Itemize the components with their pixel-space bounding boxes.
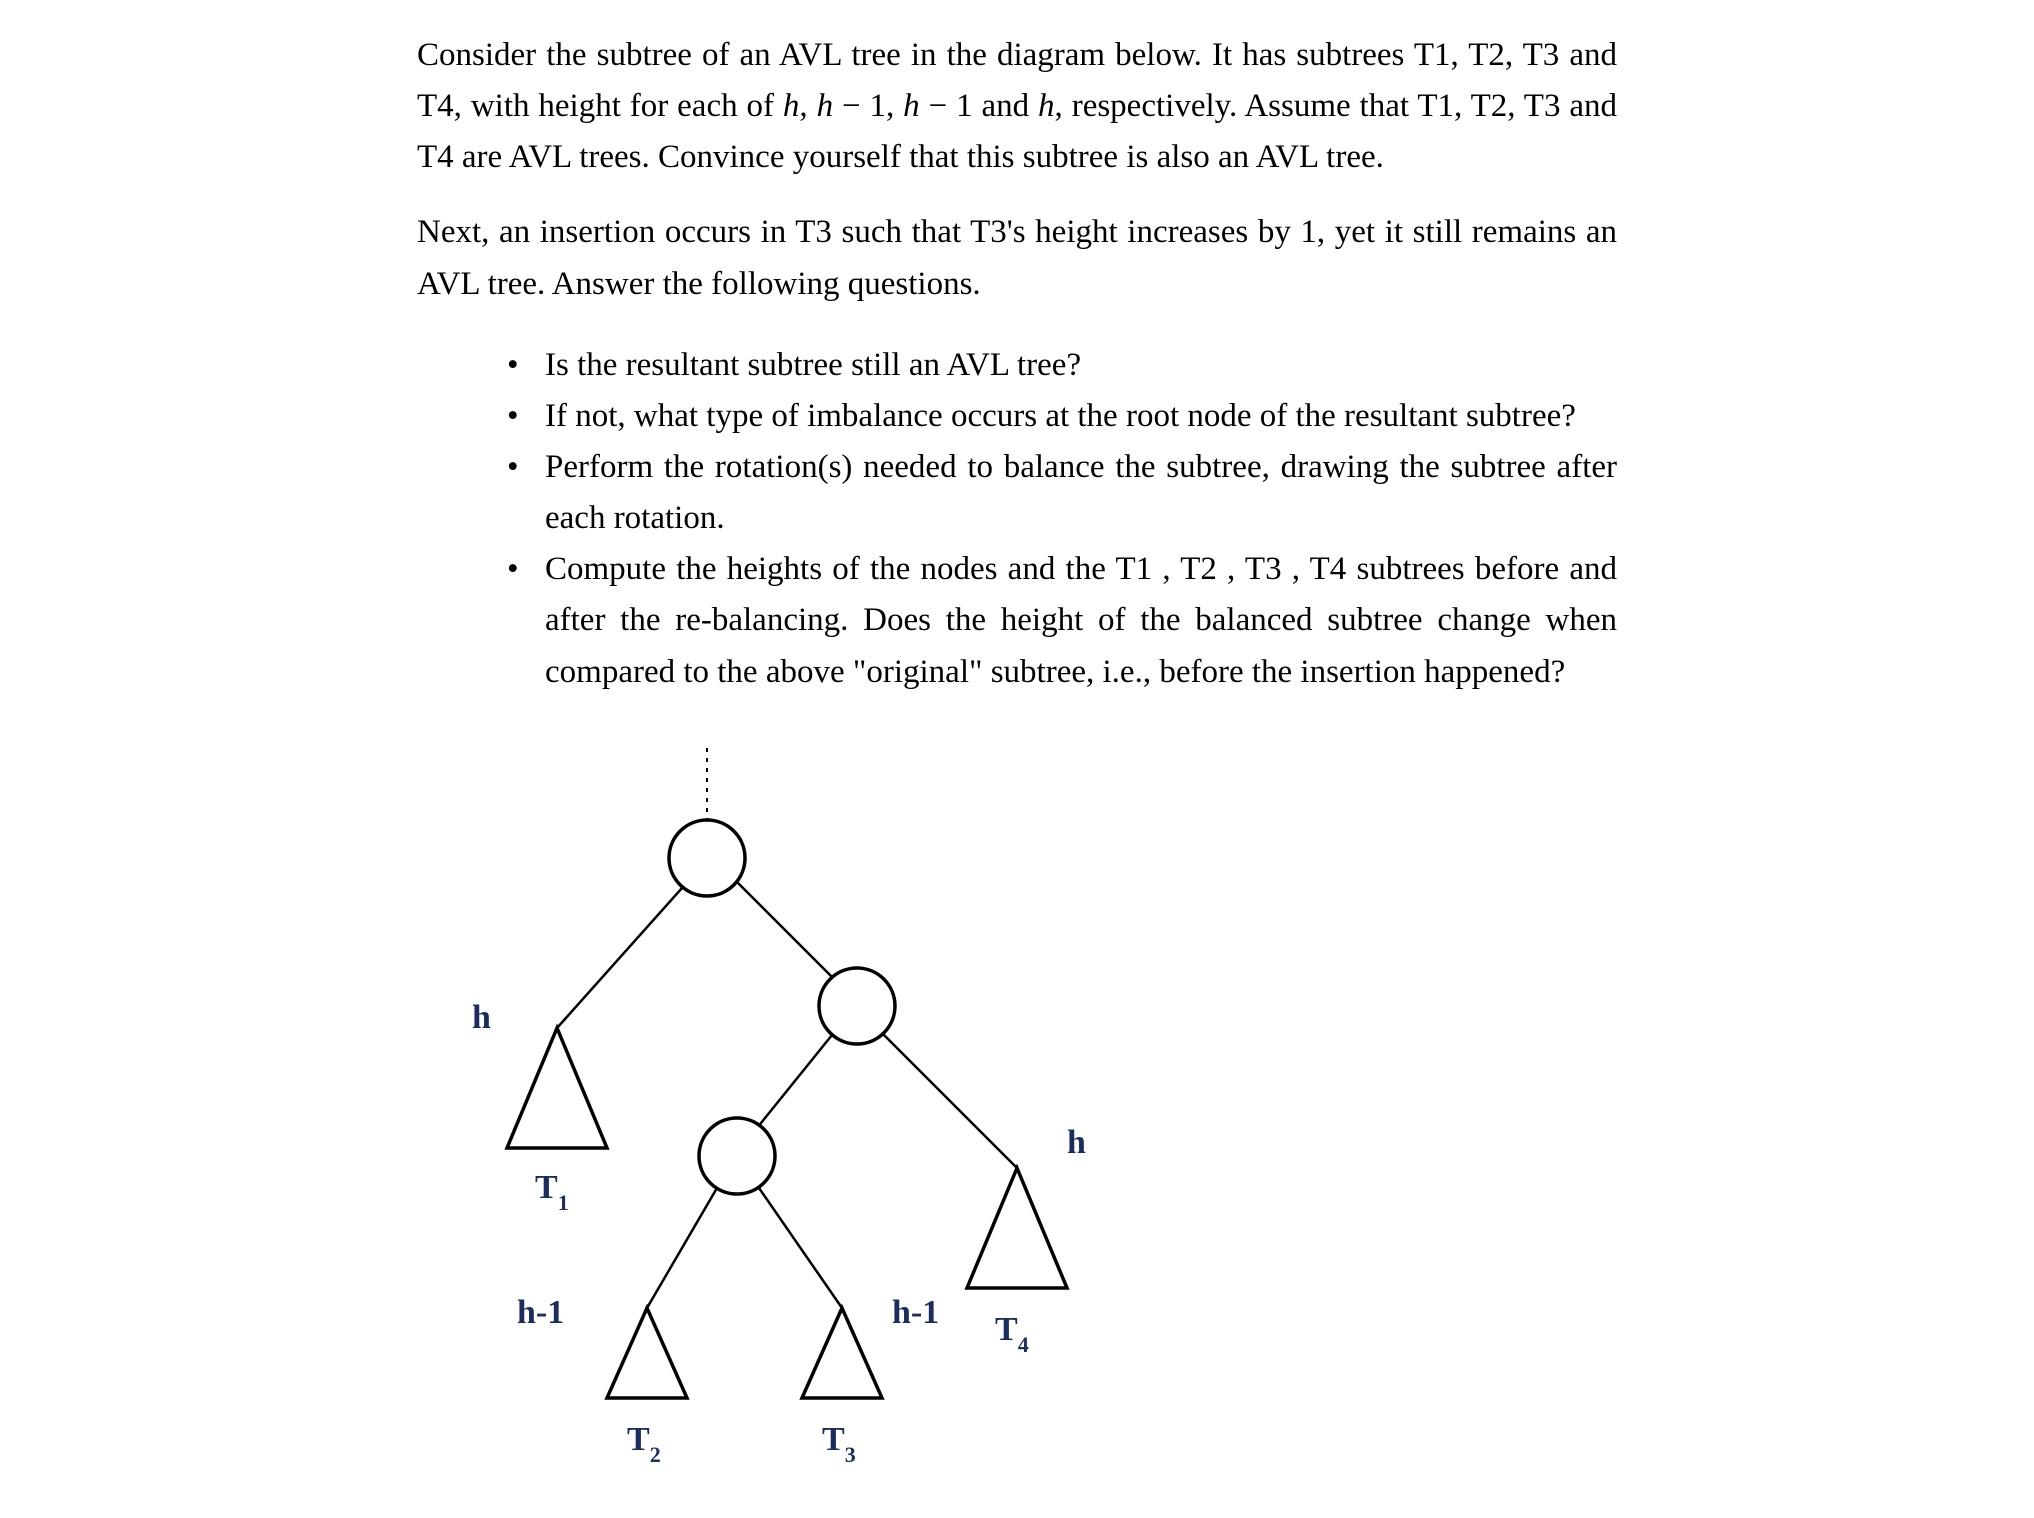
t1-name-label: T1: [535, 1169, 569, 1215]
tree-diagram: h T1 h T4 h-1 T2 h-1 T3: [417, 748, 1617, 1488]
question-1: Is the resultant subtree still an AVL tr…: [507, 340, 1617, 391]
t2-name-label: T2: [627, 1421, 661, 1467]
question-4: Compute the heights of the nodes and the…: [507, 544, 1617, 697]
question-3: Perform the rotation(s) needed to balanc…: [507, 442, 1617, 544]
t3-name-label: T3: [822, 1421, 856, 1467]
t2-height-label: h-1: [517, 1294, 564, 1331]
question-2: If not, what type of imbalance occurs at…: [507, 391, 1617, 442]
intro-paragraph-2: Next, an insertion occurs in T3 such tha…: [417, 207, 1617, 309]
t4-height-label: h: [1067, 1124, 1086, 1161]
t4-name-label: T4: [995, 1311, 1029, 1357]
question-list: Is the resultant subtree still an AVL tr…: [417, 340, 1617, 698]
t3-height-label: h-1: [892, 1294, 939, 1331]
t1-height-label: h: [472, 999, 491, 1036]
intro-paragraph-1: Consider the subtree of an AVL tree in t…: [417, 30, 1617, 183]
